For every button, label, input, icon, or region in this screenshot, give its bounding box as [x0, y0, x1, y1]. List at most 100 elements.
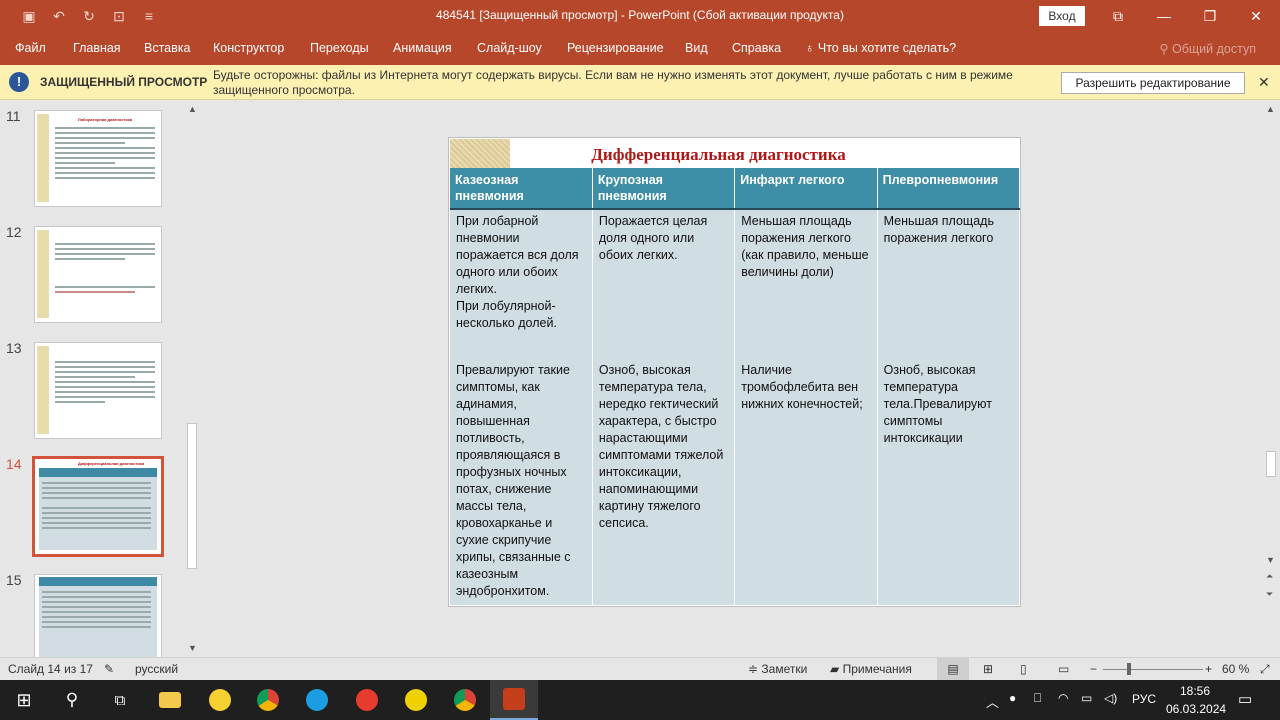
shield-icon: !: [9, 72, 29, 92]
slide-thumbnail-15[interactable]: [34, 574, 162, 657]
notes-button[interactable]: ≑ Заметки: [748, 662, 807, 676]
close-icon[interactable]: ✕: [1233, 0, 1279, 32]
tab-animations[interactable]: Анимация: [393, 41, 452, 55]
tab-view[interactable]: Вид: [685, 41, 708, 55]
slide-thumbnail-12[interactable]: [34, 226, 162, 323]
fit-slide-icon[interactable]: ⤢: [1260, 662, 1270, 677]
table-cell: Меньшая площадь поражения легкого (как п…: [734, 209, 878, 359]
slide-thumbnail-11[interactable]: Лабораторная диагностика: [34, 110, 162, 207]
thumb-table: [39, 468, 157, 550]
tray-expand-icon[interactable]: ︿: [986, 692, 999, 711]
tab-slideshow[interactable]: Слайд-шоу: [477, 41, 542, 55]
tab-design[interactable]: Конструктор: [213, 41, 284, 55]
windows-start-icon[interactable]: ⊞: [0, 680, 48, 720]
slide-title[interactable]: Дифференциальная диагностика: [516, 145, 921, 165]
input-language[interactable]: РУС: [1132, 692, 1156, 706]
scroll-up-icon[interactable]: ▲: [1266, 104, 1275, 114]
diagnosis-table[interactable]: Казеозная пневмония Крупозная пневмония …: [450, 168, 1021, 605]
table-cell: При лобарной пневмонии поражается вся до…: [450, 209, 593, 359]
table-cell: Озноб, высокая температура тела, нередко…: [592, 359, 736, 605]
protected-view-message: Будьте осторожны: файлы из Интернета мог…: [213, 68, 1013, 97]
scroll-down-icon[interactable]: ▼: [188, 643, 197, 653]
table-cell: Меньшая площадь поражения легкого: [877, 209, 1021, 359]
zoom-slider[interactable]: [1103, 669, 1203, 670]
zoom-in-icon[interactable]: +: [1205, 662, 1212, 676]
chrome-icon[interactable]: [244, 680, 292, 720]
meet-now-icon[interactable]: ⎕: [1034, 691, 1041, 706]
close-bar-icon[interactable]: ✕: [1258, 74, 1270, 91]
thumb-text: [55, 127, 155, 182]
slide-sorter-icon[interactable]: ⊞: [983, 662, 993, 676]
comments-label: Примечания: [842, 662, 912, 676]
scroll-down-icon[interactable]: ▼: [1266, 555, 1275, 565]
thumb-number: 12: [6, 224, 22, 240]
thumb-decor: [37, 230, 49, 318]
notifications-icon[interactable]: ▭: [1238, 690, 1252, 708]
zoom-slider-thumb[interactable]: [1127, 663, 1131, 675]
restore-icon[interactable]: ❐: [1187, 0, 1233, 32]
slide-thumbnail-14[interactable]: Дифференциальная диагностика: [32, 456, 164, 557]
scrollbar-thumb[interactable]: [1266, 451, 1276, 477]
volume-icon[interactable]: ◁): [1104, 691, 1117, 705]
thumb-decor: [37, 114, 49, 202]
slide-thumbnails-pane: 11 Лабораторная диагностика 12 13 14 Диф…: [0, 101, 202, 657]
battery-icon[interactable]: ▭: [1081, 691, 1092, 705]
tab-file[interactable]: Файл: [15, 41, 46, 55]
windows-taskbar: ⊞ ⚲ ⧉ ︿ ● ⎕ ◠ ▭ ◁) РУС 18:56 06.03.2024 …: [0, 680, 1280, 720]
yandex-music-icon[interactable]: [392, 680, 440, 720]
yandex-icon[interactable]: [343, 680, 391, 720]
editor-scrollbar[interactable]: ▲ ▼ ⏶ ⏷: [1262, 101, 1280, 657]
scrollbar-thumb[interactable]: [187, 423, 197, 569]
language-indicator[interactable]: русский: [135, 662, 178, 676]
comments-button[interactable]: ▰ Примечания: [830, 662, 912, 676]
powerpoint-taskbar-icon[interactable]: [490, 680, 538, 720]
yandex-browser-icon[interactable]: [196, 680, 244, 720]
enable-editing-button[interactable]: Разрешить редактирование: [1061, 72, 1245, 94]
task-view-icon[interactable]: ⧉: [96, 680, 144, 720]
search-icon[interactable]: ⚲: [48, 680, 96, 720]
tell-me-search[interactable]: ♁ Что вы хотите сделать?: [805, 41, 956, 55]
zoom-level[interactable]: 60 %: [1222, 662, 1249, 676]
minimize-icon[interactable]: —: [1141, 0, 1187, 32]
tab-transitions[interactable]: Переходы: [310, 41, 369, 55]
zoom-out-icon[interactable]: −: [1090, 662, 1097, 676]
slide-canvas[interactable]: Дифференциальная диагностика Казеозная п…: [448, 137, 1021, 607]
ribbon-display-icon[interactable]: ⧉: [1095, 0, 1141, 32]
tell-me-label: Что вы хотите сделать?: [817, 41, 957, 55]
scroll-up-icon[interactable]: ▲: [188, 104, 197, 114]
next-slide-icon[interactable]: ⏷: [1266, 589, 1273, 600]
table-cell: Превалируют такие симптомы, как адинамия…: [450, 359, 593, 605]
prev-slide-icon[interactable]: ⏶: [1266, 571, 1273, 582]
slideshow-icon[interactable]: ▭: [1058, 662, 1069, 676]
tab-help[interactable]: Справка: [732, 41, 781, 55]
wifi-icon[interactable]: ◠: [1058, 691, 1068, 705]
thumb-title: Дифференциальная диагностика: [77, 461, 145, 466]
thumb-number: 13: [6, 340, 22, 356]
table-header: Инфаркт легкого: [734, 168, 878, 210]
spellcheck-icon[interactable]: ✎: [104, 662, 114, 676]
notes-icon: ≑: [748, 662, 762, 676]
login-button[interactable]: Вход: [1039, 6, 1085, 26]
slide-thumbnail-13[interactable]: [34, 342, 162, 439]
table-header: Казеозная пневмония: [450, 168, 593, 210]
file-explorer-icon[interactable]: [146, 680, 194, 720]
reading-view-icon[interactable]: ▯: [1020, 662, 1027, 676]
clock-date[interactable]: 06.03.2024: [1166, 702, 1226, 716]
protected-view-bar: ! ЗАЩИЩЕННЫЙ ПРОСМОТР Будьте осторожны: …: [0, 65, 1280, 100]
thumbnails-scrollbar[interactable]: ▲ ▼: [184, 101, 200, 657]
share-button[interactable]: ⚲ Общий доступ: [1159, 41, 1256, 56]
tab-home[interactable]: Главная: [73, 41, 121, 55]
thumb-number: 11: [6, 108, 21, 124]
clock-time[interactable]: 18:56: [1180, 684, 1210, 698]
tab-review[interactable]: Рецензирование: [567, 41, 664, 55]
tray-app-icon[interactable]: ●: [1009, 691, 1016, 705]
thumb-number: 15: [6, 572, 22, 588]
thumb-table: [39, 577, 157, 657]
chrome-profile-icon[interactable]: [441, 680, 489, 720]
comment-icon: ▰: [830, 662, 843, 676]
edge-icon[interactable]: [293, 680, 341, 720]
normal-view-icon[interactable]: ▤: [937, 658, 969, 680]
title-bar: ▣ ↶ ↻ ⊡ ≡ 484541 [Защищенный просмотр] -…: [0, 0, 1280, 32]
slide-counter: Слайд 14 из 17: [8, 662, 93, 676]
tab-insert[interactable]: Вставка: [144, 41, 190, 55]
